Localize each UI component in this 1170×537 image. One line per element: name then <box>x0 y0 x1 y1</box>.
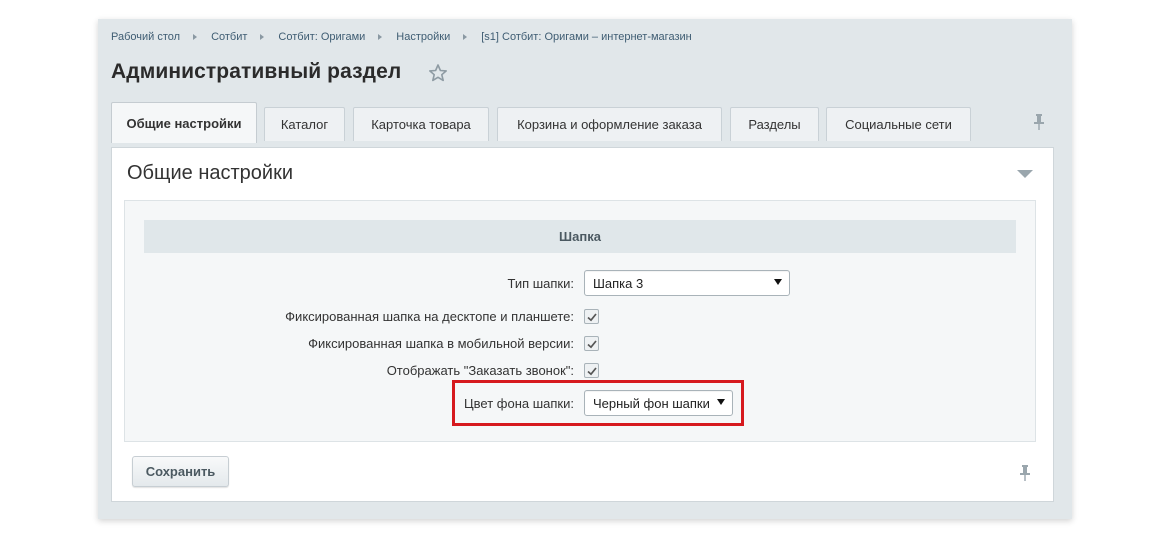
page-title: Административный раздел <box>111 60 402 83</box>
tab-cart-checkout[interactable]: Корзина и оформление заказа <box>497 107 722 141</box>
breadcrumb-item-sotbit[interactable]: Сотбит <box>211 31 247 43</box>
breadcrumb-item-origami[interactable]: Сотбит: Оригами <box>278 31 365 43</box>
breadcrumb-item-settings[interactable]: Настройки <box>396 31 450 43</box>
admin-panel: Рабочий стол Сотбит Сотбит: Оригами Наст… <box>98 19 1072 519</box>
checkmark-icon <box>587 340 597 349</box>
fixed-mobile-label: Фиксированная шапка в мобильной версии: <box>308 336 574 351</box>
breadcrumb-item-site[interactable]: [s1] Сотбит: Оригами – интернет-магазин <box>481 31 692 43</box>
breadcrumb: Рабочий стол Сотбит Сотбит: Оригами Наст… <box>111 31 692 43</box>
show-callback-checkbox[interactable] <box>584 363 599 378</box>
tab-catalog[interactable]: Каталог <box>264 107 345 141</box>
star-icon[interactable] <box>428 63 448 83</box>
breadcrumb-separator-icon <box>193 34 198 40</box>
fixed-desktop-label: Фиксированная шапка на десктопе и планше… <box>285 309 574 324</box>
highlight-frame <box>452 380 744 426</box>
settings-group-header: Шапка <box>144 220 1016 253</box>
tab-product-card[interactable]: Карточка товара <box>353 107 489 141</box>
settings-area: Шапка Тип шапки: Шапка 3 Фиксированная ш… <box>124 200 1036 442</box>
dropdown-arrow-icon <box>774 279 782 285</box>
breadcrumb-item-desktop[interactable]: Рабочий стол <box>111 31 180 43</box>
show-callback-label: Отображать "Заказать звонок": <box>386 363 574 378</box>
fixed-mobile-checkbox[interactable] <box>584 336 599 351</box>
header-type-label: Тип шапки: <box>507 276 574 291</box>
pin-icon[interactable] <box>1033 113 1045 131</box>
checkmark-icon <box>587 313 597 322</box>
pin-icon[interactable] <box>1019 464 1031 482</box>
tab-sections[interactable]: Разделы <box>730 107 819 141</box>
breadcrumb-separator-icon <box>463 34 468 40</box>
breadcrumb-separator-icon <box>378 34 383 40</box>
section-title: Общие настройки <box>127 162 293 184</box>
collapse-arrow-icon[interactable] <box>1017 170 1033 178</box>
content-box: Общие настройки Шапка Тип шапки: Шапка 3… <box>111 147 1054 502</box>
checkmark-icon <box>587 367 597 376</box>
save-button[interactable]: Сохранить <box>132 456 229 487</box>
tab-general-settings[interactable]: Общие настройки <box>111 102 257 143</box>
tab-social-networks[interactable]: Социальные сети <box>826 107 971 141</box>
header-type-value: Шапка 3 <box>593 275 644 291</box>
header-type-select[interactable]: Шапка 3 <box>584 270 790 296</box>
breadcrumb-separator-icon <box>260 34 265 40</box>
fixed-desktop-checkbox[interactable] <box>584 309 599 324</box>
